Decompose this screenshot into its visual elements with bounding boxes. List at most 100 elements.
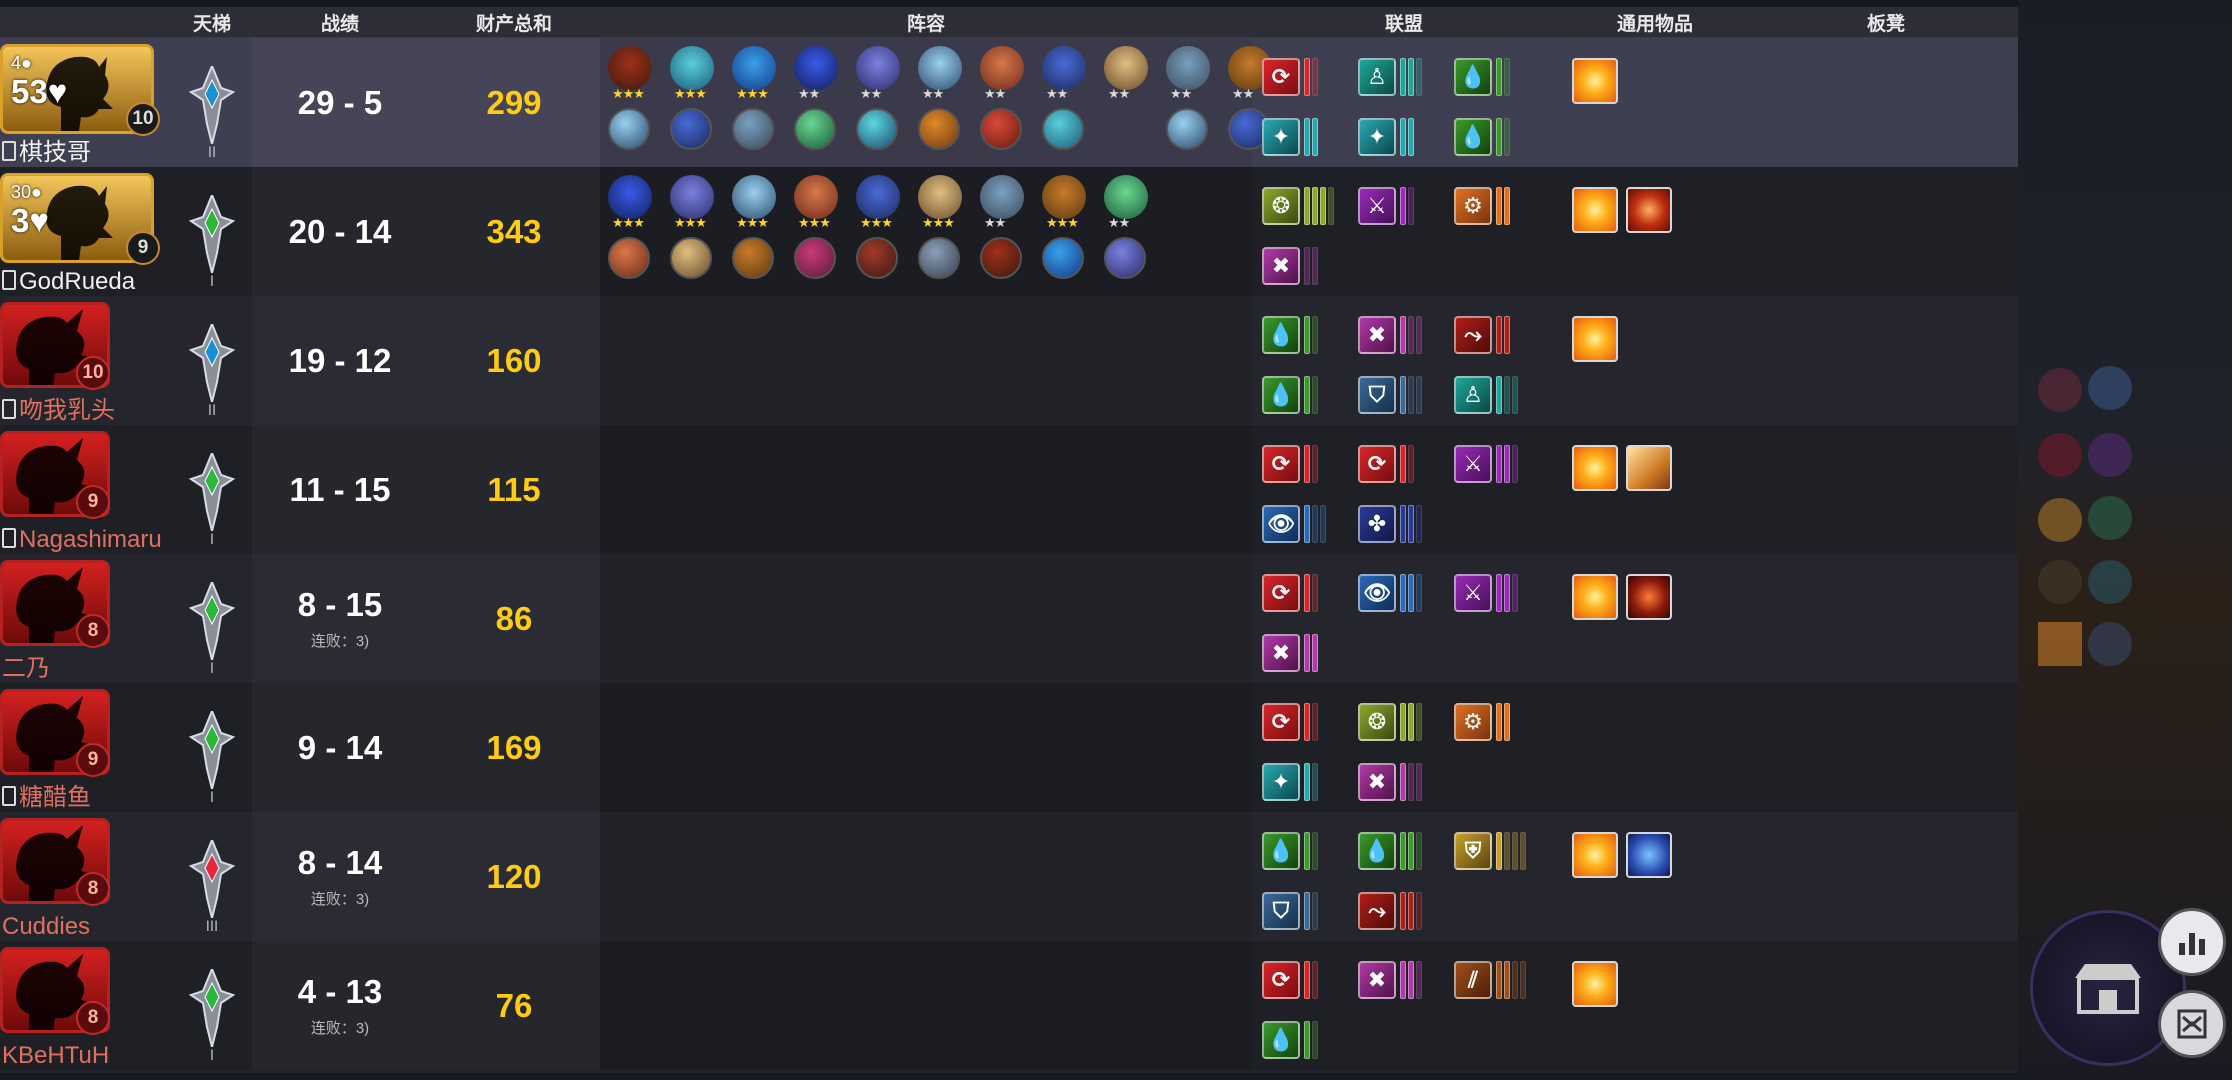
alliance-blue-icon[interactable]: 👁 bbox=[1262, 505, 1300, 543]
player-name[interactable]: Cuddies bbox=[2, 913, 90, 941]
hero-unit[interactable] bbox=[856, 46, 900, 90]
hero-unit[interactable] bbox=[794, 175, 838, 219]
hero-unit[interactable] bbox=[1166, 46, 1210, 90]
player-name[interactable]: 糖醋鱼 bbox=[2, 777, 91, 812]
item-box-icon[interactable] bbox=[1572, 832, 1618, 878]
hero-unit[interactable] bbox=[918, 46, 962, 90]
alliance-green-icon[interactable]: 💧 bbox=[1454, 118, 1492, 156]
alliance-red-icon[interactable]: ⟳ bbox=[1262, 445, 1300, 483]
player-row[interactable]: 30● 3♥ 9 GodRueda I 20 - 14 343 ★★★ ★★★ ★★★ ★★★ ★★★… bbox=[0, 167, 2018, 296]
hero-unit[interactable] bbox=[980, 46, 1024, 90]
hero-unit[interactable] bbox=[918, 175, 962, 219]
alliance-green-icon[interactable]: 💧 bbox=[1358, 832, 1396, 870]
hero-item-orb[interactable] bbox=[856, 108, 898, 150]
alliance-cyan-icon[interactable]: ✦ bbox=[1358, 118, 1396, 156]
item-box-icon[interactable] bbox=[1572, 187, 1618, 233]
player-row[interactable]: 8 二乃 I 8 - 15 连败：3) 86 ⟳ 👁 ⚔ ✖ bbox=[0, 554, 2018, 683]
alliance-red-icon[interactable]: ⟳ bbox=[1358, 445, 1396, 483]
player-row[interactable]: 10 吻我乳头 II 19 - 12 160 💧 ✖ ⤳ 💧 ⛉ ♙ bbox=[0, 296, 2018, 425]
hero-item-orb[interactable] bbox=[1104, 237, 1146, 279]
item-box-icon[interactable] bbox=[1572, 961, 1618, 1007]
item-box-icon[interactable] bbox=[1572, 574, 1618, 620]
hero-unit[interactable] bbox=[1104, 46, 1148, 90]
alliance-red-icon[interactable]: ⟳ bbox=[1262, 961, 1300, 999]
alliance-darkred-icon[interactable]: ⤳ bbox=[1358, 892, 1396, 930]
alliance-magenta-icon[interactable]: ✖ bbox=[1358, 961, 1396, 999]
alliance-red-icon[interactable]: ⟳ bbox=[1262, 574, 1300, 612]
player-name[interactable]: 二乃 bbox=[2, 648, 50, 683]
alliance-olive-icon[interactable]: ❂ bbox=[1358, 703, 1396, 741]
hero-item-orb[interactable] bbox=[1042, 237, 1084, 279]
alliance-red-icon[interactable]: ⟳ bbox=[1262, 58, 1300, 96]
hero-item-orb[interactable] bbox=[918, 108, 960, 150]
alliance-cyan-icon[interactable]: ✦ bbox=[1262, 118, 1300, 156]
alliance-magenta-icon[interactable]: ✖ bbox=[1358, 763, 1396, 801]
hero-item-orb[interactable] bbox=[980, 237, 1022, 279]
hero-item-orb[interactable] bbox=[608, 108, 650, 150]
alliance-orange-icon[interactable]: ⚙ bbox=[1454, 703, 1492, 741]
hero-item-orb[interactable] bbox=[608, 237, 650, 279]
hero-item-orb[interactable] bbox=[794, 108, 836, 150]
hero-item-orb[interactable] bbox=[980, 108, 1022, 150]
hero-unit[interactable] bbox=[608, 175, 652, 219]
alliance-green-icon[interactable]: 💧 bbox=[1262, 832, 1300, 870]
hero-unit[interactable] bbox=[608, 46, 652, 90]
hero-item-orb[interactable] bbox=[794, 237, 836, 279]
collapse-button[interactable] bbox=[2158, 990, 2226, 1058]
alliance-steel-icon[interactable]: ⛉ bbox=[1358, 376, 1396, 414]
player-row[interactable]: 8 Cuddies III 8 - 14 连败：3) 120 💧 💧 ⛨ ⛉ ⤳ bbox=[0, 812, 2018, 941]
hero-unit[interactable] bbox=[670, 46, 714, 90]
hero-item-orb[interactable] bbox=[732, 108, 774, 150]
stats-button[interactable] bbox=[2158, 908, 2226, 976]
alliance-green-icon[interactable]: 💧 bbox=[1262, 1021, 1300, 1059]
alliance-purple-icon[interactable]: ⚔ bbox=[1454, 445, 1492, 483]
item-box-icon[interactable] bbox=[1572, 316, 1618, 362]
hero-item-orb[interactable] bbox=[1042, 108, 1084, 150]
hero-unit[interactable] bbox=[856, 175, 900, 219]
item-spirit-icon[interactable] bbox=[1626, 832, 1672, 878]
hero-item-orb[interactable] bbox=[1166, 108, 1208, 150]
alliance-orange-icon[interactable]: ⚙ bbox=[1454, 187, 1492, 225]
hero-unit[interactable] bbox=[1042, 175, 1086, 219]
player-name[interactable]: KBeHTuH bbox=[2, 1042, 109, 1070]
player-name[interactable]: 棋技哥 bbox=[2, 132, 91, 167]
alliance-gold-icon[interactable]: ⛨ bbox=[1454, 832, 1492, 870]
hero-unit[interactable] bbox=[670, 175, 714, 219]
hero-item-orb[interactable] bbox=[732, 237, 774, 279]
alliance-green-icon[interactable]: 💧 bbox=[1262, 316, 1300, 354]
alliance-teal-icon[interactable]: ♙ bbox=[1454, 376, 1492, 414]
alliance-cyan-icon[interactable]: ✦ bbox=[1262, 763, 1300, 801]
alliance-green-icon[interactable]: 💧 bbox=[1262, 376, 1300, 414]
alliance-darkred-icon[interactable]: ⤳ bbox=[1454, 316, 1492, 354]
item-box-icon[interactable] bbox=[1572, 58, 1618, 104]
alliance-steel-icon[interactable]: ⛉ bbox=[1262, 892, 1300, 930]
player-row[interactable]: 4● 53♥ 10 棋技哥 II 29 - 5 299 ★★★ ★★★ ★★★ ★★ ★★ ★★ ★★ ★★… bbox=[0, 38, 2018, 167]
item-box-icon[interactable] bbox=[1572, 445, 1618, 491]
player-name[interactable]: 吻我乳头 bbox=[2, 390, 115, 425]
hero-unit[interactable] bbox=[980, 175, 1024, 219]
alliance-green-icon[interactable]: 💧 bbox=[1454, 58, 1492, 96]
hero-item-orb[interactable] bbox=[918, 237, 960, 279]
hero-unit[interactable] bbox=[1104, 175, 1148, 219]
hero-item-orb[interactable] bbox=[856, 237, 898, 279]
item-blast-icon[interactable] bbox=[1626, 574, 1672, 620]
item-blade-icon[interactable] bbox=[1626, 445, 1672, 491]
item-fire-icon[interactable] bbox=[1626, 187, 1672, 233]
alliance-rust-icon[interactable]: ⫽ bbox=[1454, 961, 1492, 999]
alliance-teal-icon[interactable]: ♙ bbox=[1358, 58, 1396, 96]
alliance-olive-icon[interactable]: ❂ bbox=[1262, 187, 1300, 225]
hero-unit[interactable] bbox=[732, 175, 776, 219]
hero-unit[interactable] bbox=[794, 46, 838, 90]
alliance-magenta-icon[interactable]: ✖ bbox=[1358, 316, 1396, 354]
alliance-magenta-icon[interactable]: ✖ bbox=[1262, 634, 1300, 672]
player-row[interactable]: 9 Nagashimaru I 11 - 15 115 ⟳ ⟳ ⚔ 👁 ✤ bbox=[0, 425, 2018, 554]
player-row[interactable]: 9 糖醋鱼 I 9 - 14 169 ⟳ ❂ ⚙ ✦ ✖ bbox=[0, 683, 2018, 812]
player-row[interactable]: 8 KBeHTuH I 4 - 13 连败：3) 76 ⟳ ✖ ⫽ 💧 bbox=[0, 941, 2018, 1070]
alliance-blue-icon[interactable]: 👁 bbox=[1358, 574, 1396, 612]
hero-unit[interactable] bbox=[732, 46, 776, 90]
player-name[interactable]: GodRueda bbox=[2, 268, 135, 296]
alliance-purple-icon[interactable]: ⚔ bbox=[1454, 574, 1492, 612]
player-name[interactable]: Nagashimaru bbox=[2, 526, 162, 554]
alliance-magenta-icon[interactable]: ✖ bbox=[1262, 247, 1300, 285]
hero-item-orb[interactable] bbox=[670, 237, 712, 279]
